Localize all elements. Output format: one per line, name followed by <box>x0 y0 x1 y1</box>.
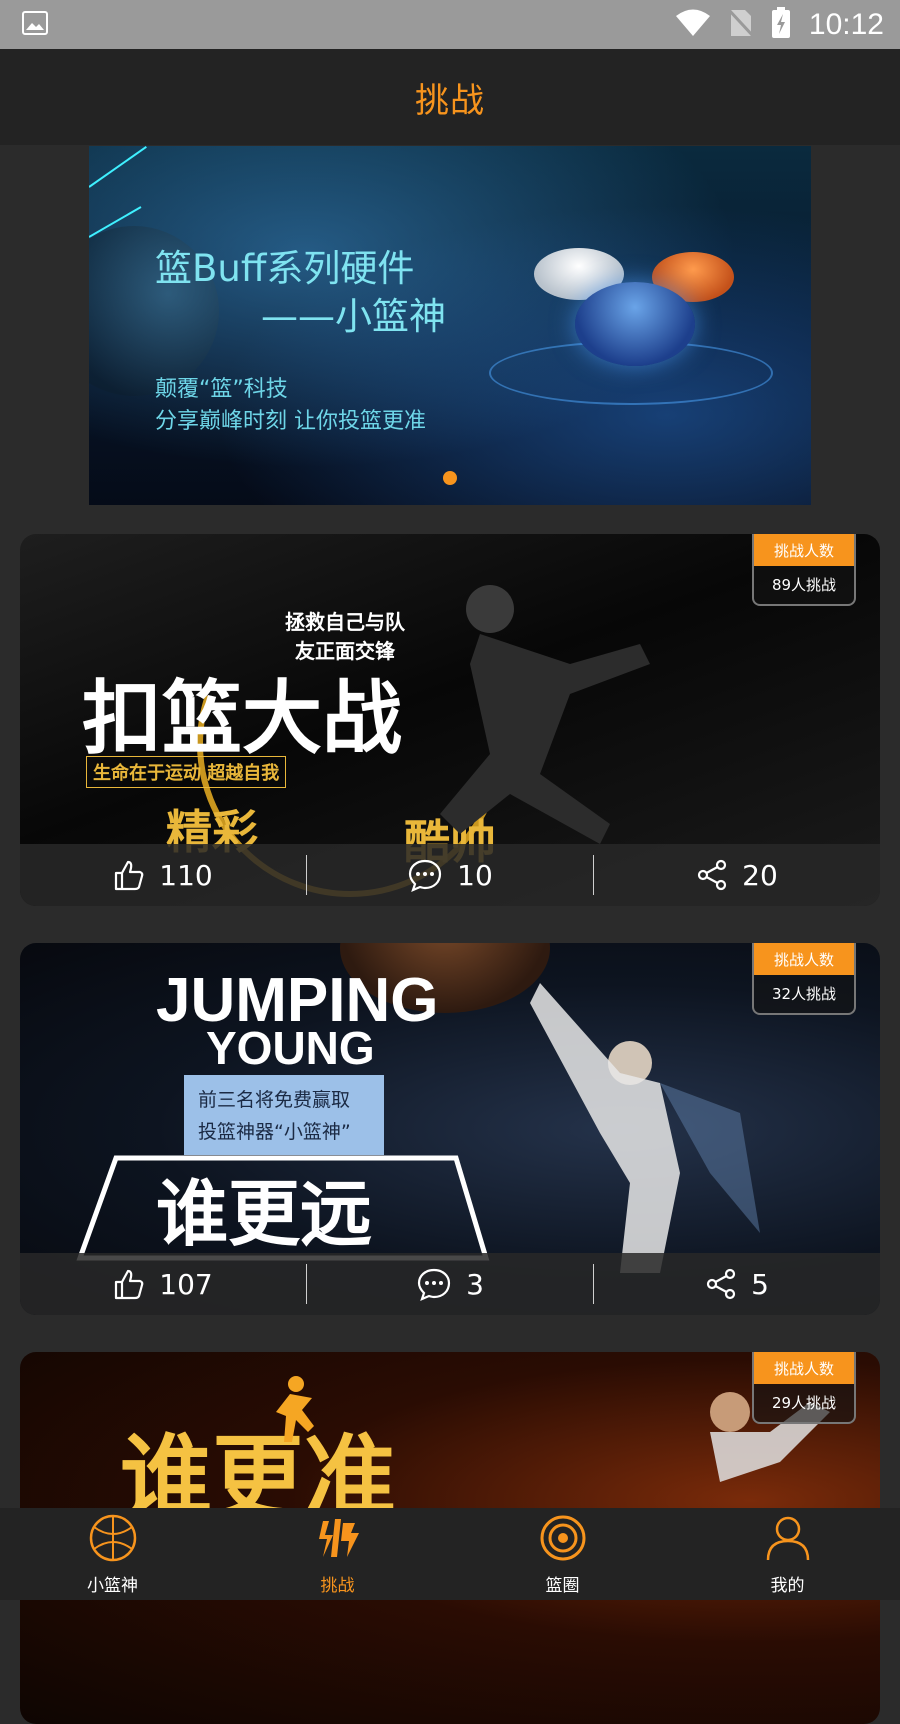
like-button[interactable]: 107 <box>20 1253 306 1315</box>
nav-item-mine[interactable]: 我的 <box>675 1508 900 1600</box>
badge-count: 89人挑战 <box>771 575 837 594</box>
comment-button[interactable]: 3 <box>307 1253 593 1315</box>
basketball-icon <box>88 1513 138 1567</box>
prize-box: 前三名将免费赢取 投篮神器“小篮神” <box>184 1075 384 1155</box>
thumbs-up-icon <box>113 1268 145 1300</box>
nav-item-xiaolanshen[interactable]: 小篮神 <box>0 1508 225 1600</box>
wifi-icon <box>675 9 711 41</box>
challenge-count-badge: 挑战人数 29人挑战 <box>752 1352 856 1424</box>
person-icon <box>763 1513 813 1567</box>
comment-count: 10 <box>457 858 493 892</box>
challenge-count-badge: 挑战人数 89人挑战 <box>752 534 856 606</box>
like-count: 110 <box>159 858 213 892</box>
card-art-title: 扣篮大战 <box>82 672 402 765</box>
comment-count: 3 <box>466 1267 484 1301</box>
share-button[interactable]: 20 <box>594 844 880 906</box>
nav-label: 小篮神 <box>87 1575 138 1596</box>
prize-line-2: 投篮神器“小篮神” <box>198 1121 351 1143</box>
card-art-title: 谁更远 <box>156 1172 373 1256</box>
share-icon <box>696 859 728 891</box>
page-title: 挑战 <box>415 80 485 121</box>
banner-light-streak <box>89 146 147 188</box>
nav-label: 篮圈 <box>545 1575 580 1596</box>
like-count: 107 <box>159 1267 213 1301</box>
card-stats-bar: 110 10 20 <box>20 844 880 906</box>
nav-label: 我的 <box>770 1575 805 1596</box>
challenge-icon <box>313 1513 363 1567</box>
badge-title: 挑战人数 <box>754 943 854 975</box>
status-time: 10:12 <box>808 7 884 41</box>
challenge-card[interactable]: JUMPING YOUNG 前三名将免费赢取 投篮神器“小篮神” 谁更远 挑战人… <box>20 943 880 1315</box>
no-sim-icon <box>727 8 755 42</box>
nav-item-challenge[interactable]: 挑战 <box>225 1508 450 1600</box>
dunker-logo <box>276 1376 314 1442</box>
card-stats-bar: 107 3 5 <box>20 1253 880 1315</box>
promo-banner[interactable]: 篮Buff系列硬件 ——小篮神 颠覆“篮”科技 分享巅峰时刻 让你投篮更准 <box>89 146 811 505</box>
badge-title: 挑战人数 <box>754 1352 854 1384</box>
nav-item-lanquan[interactable]: 篮圈 <box>450 1508 675 1600</box>
banner-tagline-2: 分享巅峰时刻 让你投篮更准 <box>155 409 426 434</box>
share-count: 20 <box>742 858 778 892</box>
comment-bubble-icon <box>416 1267 452 1301</box>
card-art-title-en: YOUNG <box>206 1022 375 1074</box>
banner-tagline-1: 颠覆“篮”科技 <box>155 377 288 402</box>
badge-title: 挑战人数 <box>754 534 854 566</box>
share-button[interactable]: 5 <box>594 1253 880 1315</box>
challenge-card[interactable]: 拯救自己与队友正面交锋 扣篮大战 生命在于运动 超越自我 精彩 酷帅 挑战人数 … <box>20 534 880 906</box>
challenge-count-badge: 挑战人数 32人挑战 <box>752 943 856 1015</box>
device-blue <box>575 282 695 366</box>
prize-line-1: 前三名将免费赢取 <box>198 1089 351 1111</box>
banner-title: 篮Buff系列硬件 <box>155 247 415 290</box>
thumbs-up-icon <box>113 859 145 891</box>
badge-count: 29人挑战 <box>771 1393 837 1412</box>
comment-bubble-icon <box>407 858 443 892</box>
bottom-nav: 小篮神 挑战 篮圈 我的 <box>0 1508 900 1600</box>
gallery-notification-icon <box>22 10 48 39</box>
nav-label: 挑战 <box>320 1575 355 1596</box>
badge-count: 32人挑战 <box>771 984 837 1003</box>
like-button[interactable]: 110 <box>20 844 306 906</box>
app-header: 挑战 <box>0 49 900 145</box>
share-icon <box>705 1268 737 1300</box>
status-bar: 10:12 <box>0 0 900 49</box>
card-art-slogan: 生命在于运动 超越自我 <box>86 756 287 788</box>
circle-target-icon <box>538 1513 588 1567</box>
banner-subtitle: ——小篮神 <box>261 295 446 338</box>
share-count: 5 <box>751 1267 769 1301</box>
player-silhouette <box>440 585 650 844</box>
comment-button[interactable]: 10 <box>307 844 593 906</box>
carousel-dot-active[interactable] <box>443 471 457 485</box>
battery-charging-icon <box>771 6 791 43</box>
player-silhouette <box>530 983 760 1273</box>
